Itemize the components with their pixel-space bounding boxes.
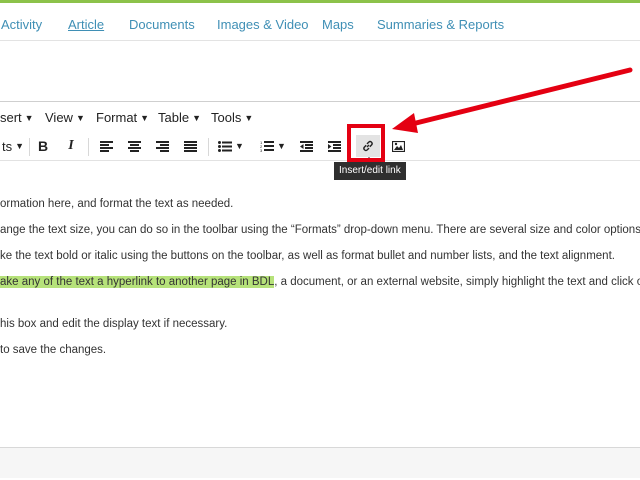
- annotation-arrow: [392, 67, 633, 133]
